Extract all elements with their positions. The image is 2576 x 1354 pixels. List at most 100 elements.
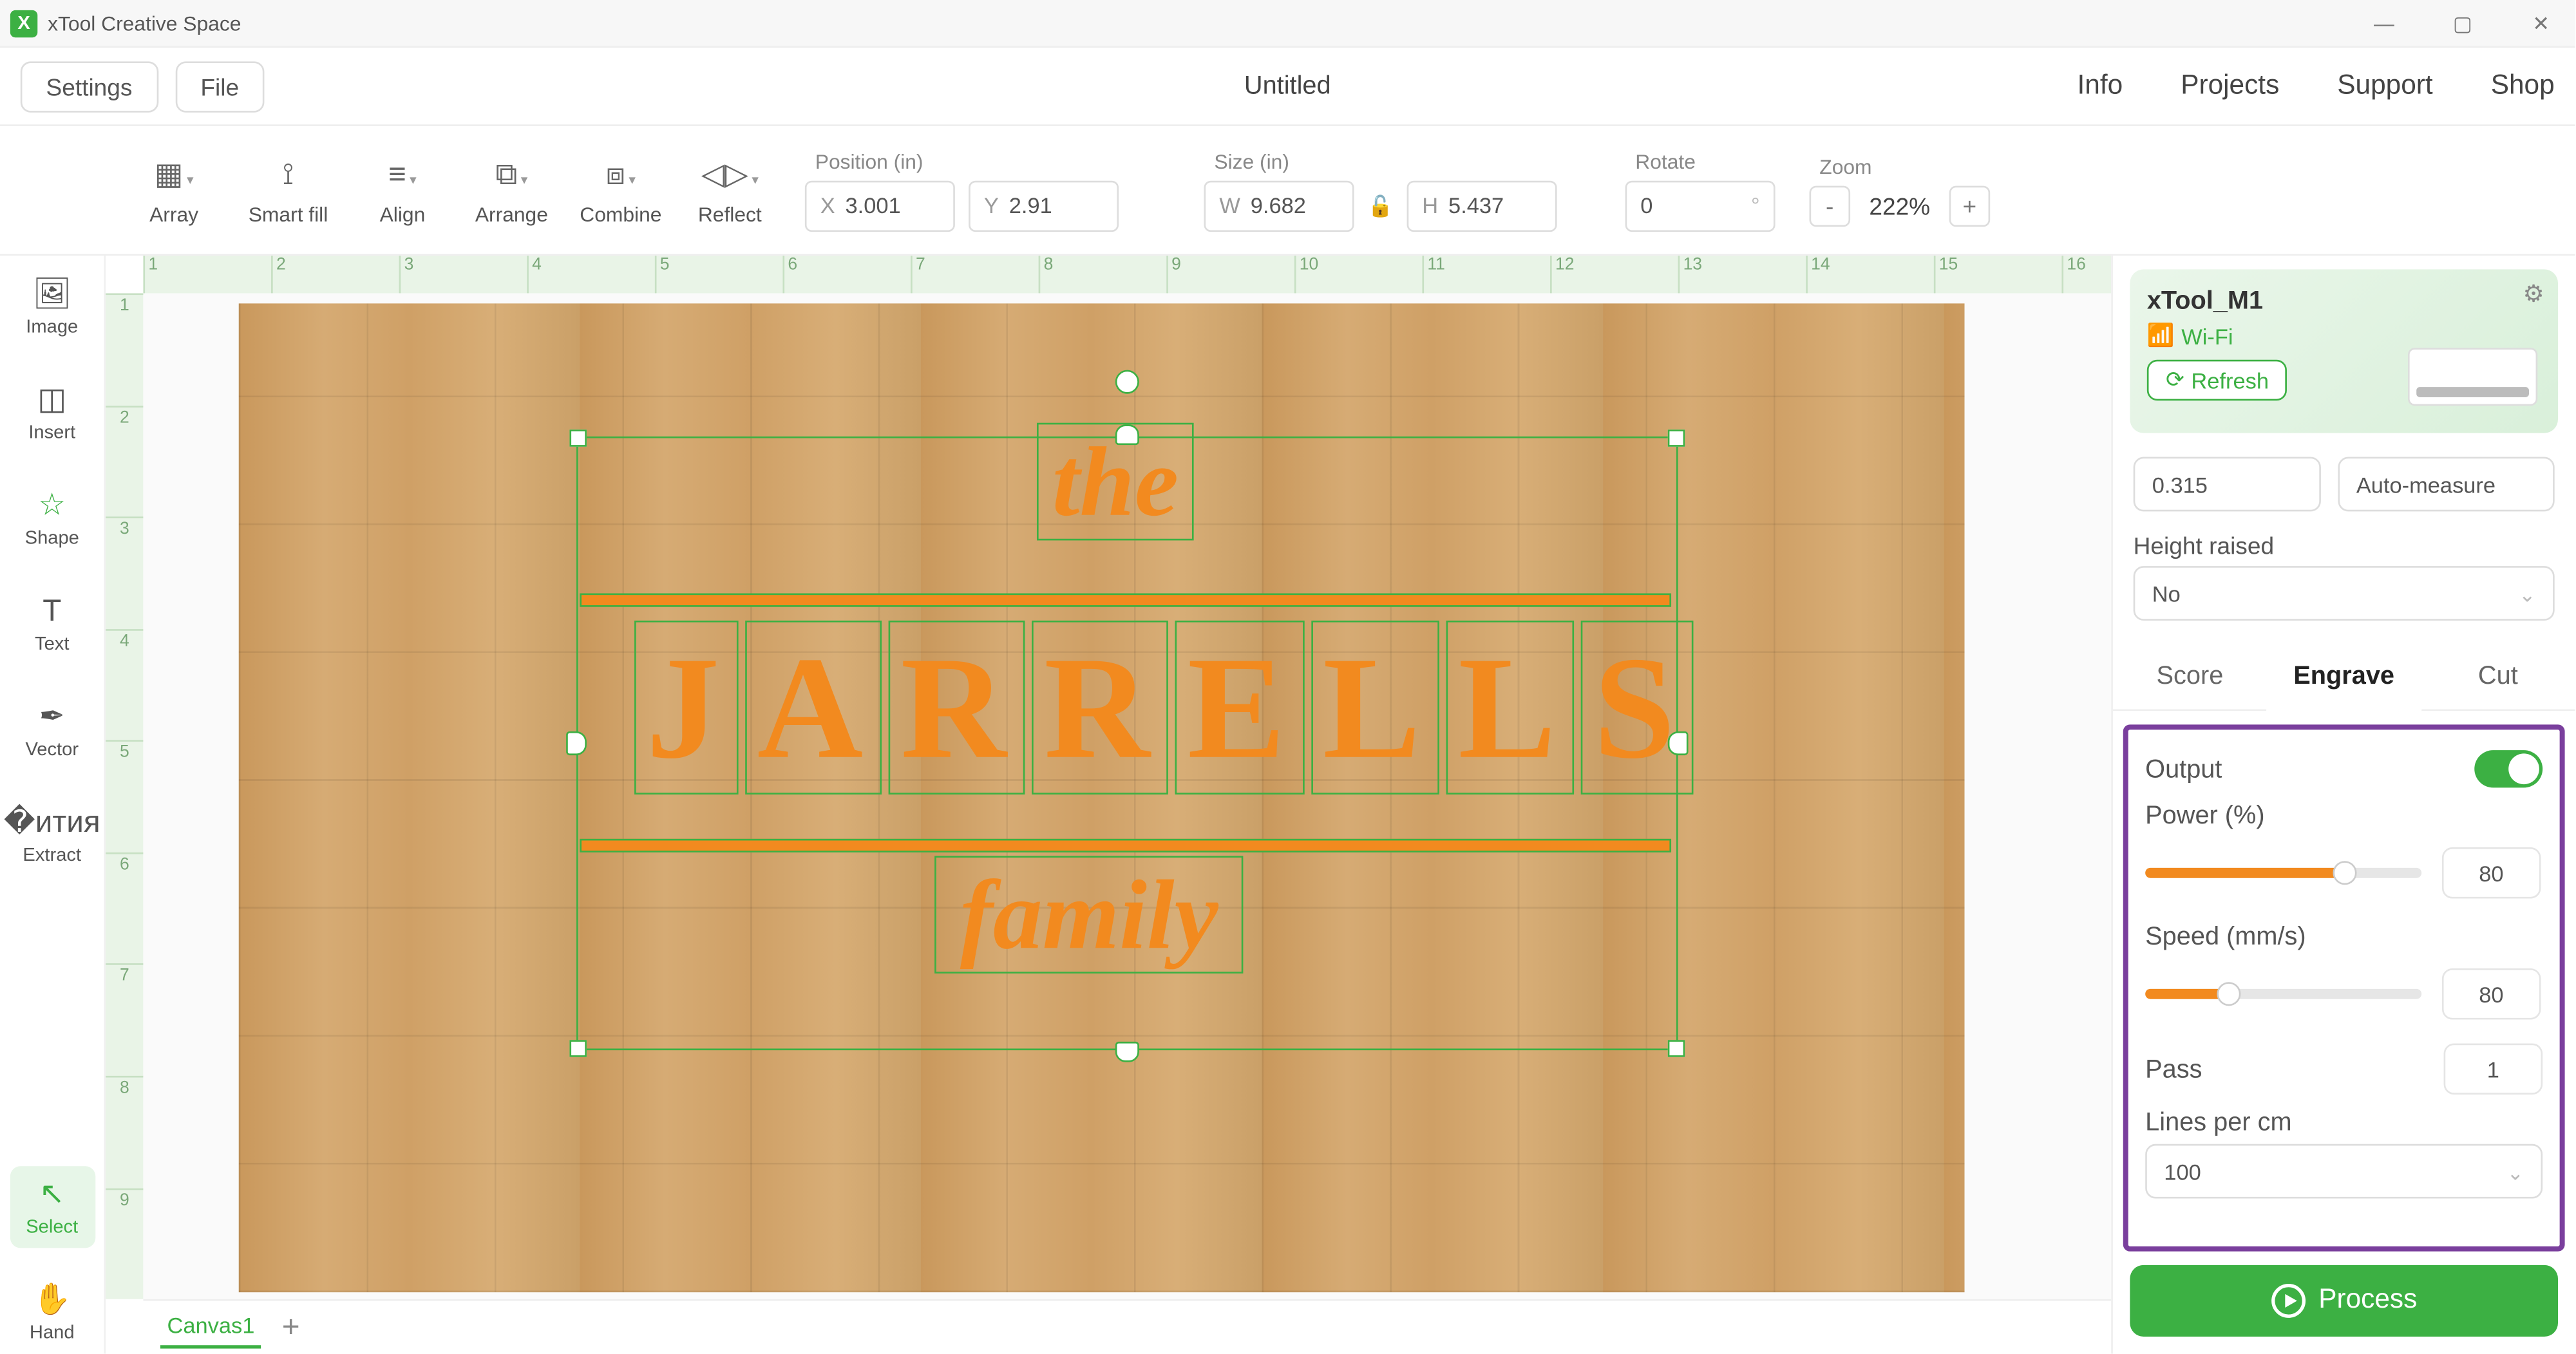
canvas-wrap: 12345678910111213141516 123456789 the JA… (106, 256, 2111, 1353)
speed-value[interactable]: 80 (2442, 968, 2541, 1019)
tool-smartfill-label: Smart fill (249, 202, 328, 226)
tool-select[interactable]: ↖Select (10, 1166, 95, 1248)
nav-info[interactable]: Info (2078, 71, 2123, 102)
ruler-vertical: 123456789 (106, 293, 143, 1299)
output-settings: Output Power (%) 80 Speed (mm/s) (2123, 724, 2565, 1251)
power-label: Power (%) (2145, 802, 2543, 831)
pass-input[interactable]: 1 (2444, 1044, 2543, 1095)
automeasure-button[interactable]: Auto-measure (2338, 457, 2555, 512)
speed-slider[interactable] (2145, 989, 2421, 999)
zoom-in-button[interactable]: + (1949, 185, 1991, 226)
shape-icon: ☆ (38, 487, 66, 523)
height-raised-select[interactable]: No (2134, 566, 2555, 621)
rotate-handle-icon[interactable] (1115, 370, 1139, 394)
resize-handle-e[interactable] (1668, 731, 1689, 755)
canvas[interactable]: the JARRELLS family (143, 293, 2111, 1299)
pos-x-input[interactable]: X3.001 (805, 180, 955, 230)
nav-shop[interactable]: Shop (2491, 71, 2555, 102)
resize-handle-w[interactable] (566, 731, 587, 755)
tool-extract[interactable]: �итияExtract (10, 795, 95, 876)
resize-handle-s[interactable] (1115, 1042, 1139, 1062)
device-settings-icon[interactable]: ⚙ (2523, 279, 2544, 308)
size-h-input[interactable]: H5.437 (1406, 180, 1557, 230)
tool-vector[interactable]: ✒Vector (10, 689, 95, 771)
tool-arrange[interactable]: ⧉ Arrange (457, 155, 566, 226)
hand-icon: ✋ (33, 1282, 71, 1318)
settings-button[interactable]: Settings (21, 61, 158, 111)
tool-array[interactable]: ▦ Array (119, 155, 228, 226)
tab-score[interactable]: Score (2113, 644, 2267, 710)
arrange-icon: ⧉ (495, 155, 527, 196)
titlebar: X xTool Creative Space (0, 0, 2575, 48)
power-value[interactable]: 80 (2442, 847, 2541, 898)
tool-smartfill[interactable]: ⟟ Smart fill (229, 155, 348, 226)
device-name: xTool_M1 (2147, 287, 2541, 315)
tool-hand[interactable]: ✋Hand (10, 1272, 95, 1353)
zoom-label: Zoom (1809, 155, 1990, 178)
refresh-button[interactable]: ⟳Refresh (2147, 360, 2287, 401)
maximize-icon[interactable] (2439, 11, 2486, 35)
canvas-tabs: Canvas1 + (143, 1299, 2111, 1354)
lock-aspect-icon[interactable]: 🔓 (1368, 194, 1394, 218)
tool-shape[interactable]: ☆Shape (10, 477, 95, 559)
resize-handle-ne[interactable] (1668, 429, 1685, 446)
tab-engrave[interactable]: Engrave (2267, 644, 2421, 711)
power-slider[interactable] (2145, 868, 2421, 878)
material-preview: the JARRELLS family (239, 303, 1965, 1292)
tool-combine[interactable]: ⧈ Combine (566, 155, 675, 226)
lines-select[interactable]: 100 (2145, 1144, 2543, 1199)
align-icon: ≡ (388, 155, 417, 196)
app-logo-icon: X (10, 10, 37, 37)
thickness-input[interactable]: 0.315 (2134, 457, 2321, 512)
reflect-icon: ◁▷ (701, 155, 759, 196)
refresh-icon: ⟳ (2166, 366, 2184, 393)
zoom-block: Zoom - 222% + (1809, 155, 1990, 226)
tool-text[interactable]: TText (10, 583, 95, 665)
top-nav: Info Projects Support Shop (2078, 71, 2555, 102)
file-button[interactable]: File (175, 61, 265, 111)
tool-reflect[interactable]: ◁▷ Reflect (676, 155, 784, 226)
tool-insert[interactable]: ◫Insert (10, 371, 95, 453)
tool-arrange-label: Arrange (475, 202, 548, 226)
pass-label: Pass (2145, 1055, 2202, 1084)
tool-array-label: Array (149, 202, 198, 226)
app-title: xTool Creative Space (48, 11, 241, 35)
nav-projects[interactable]: Projects (2181, 71, 2279, 102)
tool-combine-label: Combine (580, 202, 661, 226)
resize-handle-se[interactable] (1668, 1040, 1685, 1057)
insert-icon: ◫ (37, 382, 66, 418)
tab-cut[interactable]: Cut (2421, 644, 2575, 710)
play-icon (2271, 1284, 2305, 1318)
chevron-down-icon (2506, 1158, 2524, 1184)
tool-reflect-label: Reflect (698, 202, 762, 226)
canvas-tab-1[interactable]: Canvas1 (160, 1306, 261, 1348)
combine-icon: ⧈ (606, 155, 636, 196)
chevron-down-icon (2519, 581, 2536, 606)
resize-handle-sw[interactable] (569, 1040, 586, 1057)
smartfill-icon: ⟟ (283, 155, 294, 196)
size-label: Size (in) (1204, 149, 1557, 173)
rotate-input[interactable]: 0° (1625, 180, 1775, 230)
height-raised-label: Height raised (2113, 522, 2575, 559)
lines-label: Lines per cm (2145, 1108, 2543, 1137)
tool-align[interactable]: ≡ Align (348, 155, 457, 226)
add-canvas-button[interactable]: + (282, 1310, 300, 1346)
output-toggle[interactable] (2474, 750, 2543, 787)
close-icon[interactable] (2517, 11, 2564, 35)
pos-y-input[interactable]: Y2.91 (969, 180, 1119, 230)
nav-support[interactable]: Support (2337, 71, 2432, 102)
text-icon: T (43, 594, 61, 630)
size-w-input[interactable]: W9.682 (1204, 180, 1354, 230)
main-area: 🖼Image ◫Insert ☆Shape TText ✒Vector �ити… (0, 256, 2575, 1353)
resize-handle-n[interactable] (1115, 424, 1139, 445)
extract-icon: �ития (4, 805, 100, 841)
resize-handle-nw[interactable] (569, 429, 586, 446)
minimize-icon[interactable] (2360, 11, 2408, 35)
menubar: Settings File Untitled Info Projects Sup… (0, 48, 2575, 126)
zoom-out-button[interactable]: - (1809, 185, 1850, 226)
process-button[interactable]: Process (2130, 1265, 2558, 1337)
selection-box[interactable] (576, 437, 1678, 1050)
position-block: Position (in) X3.001 Y2.91 (805, 149, 1119, 231)
tool-image[interactable]: 🖼Image (10, 266, 95, 348)
mode-tabs: Score Engrave Cut (2113, 644, 2575, 711)
